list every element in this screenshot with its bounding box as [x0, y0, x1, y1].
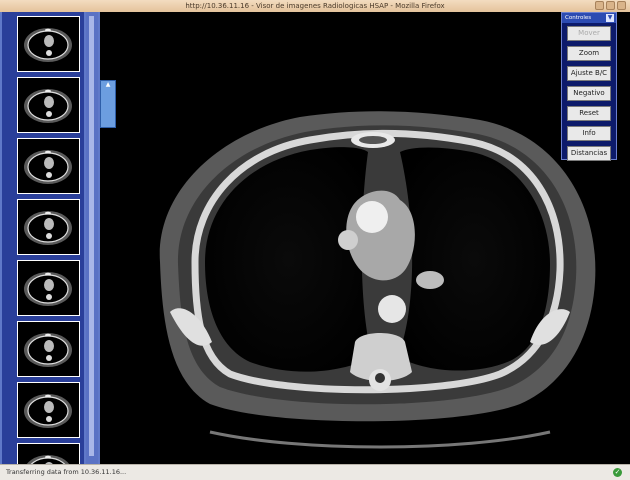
- thumbnail-slice[interactable]: [17, 260, 80, 316]
- controls-title: Controles: [565, 15, 592, 21]
- window-title: http://10.36.11.16 - Visor de imagenes R…: [185, 2, 445, 10]
- zoom-button[interactable]: Zoom: [567, 46, 611, 61]
- scroll-up-icon[interactable]: ▲: [103, 82, 113, 88]
- window-controls: [595, 1, 626, 10]
- chevron-down-icon[interactable]: ▼: [606, 14, 614, 22]
- thumbnail-strip: [0, 12, 100, 464]
- thumbnail-slice[interactable]: [17, 382, 80, 438]
- thumbnail-slice[interactable]: [17, 77, 80, 133]
- negative-button[interactable]: Negativo: [567, 86, 611, 101]
- viewer-scrollbar-thumb[interactable]: ▲: [100, 80, 116, 128]
- thumbnail-slice[interactable]: [17, 138, 80, 194]
- thumbnail-scrollbar-track[interactable]: [89, 16, 94, 456]
- thumbnail-slice[interactable]: [17, 199, 80, 255]
- thumbnail-list: [2, 12, 84, 464]
- image-viewer[interactable]: [100, 12, 630, 464]
- thumbnail-slice[interactable]: [17, 16, 80, 72]
- reset-button[interactable]: Reset: [567, 106, 611, 121]
- minimize-icon[interactable]: [595, 1, 604, 10]
- check-icon: ✓: [613, 468, 622, 477]
- close-icon[interactable]: [617, 1, 626, 10]
- controls-header: Controles ▼: [562, 13, 616, 23]
- status-text: Transferring data from 10.36.11.16...: [6, 468, 127, 476]
- brightness-contrast-button[interactable]: Ajuste B/C: [567, 66, 611, 81]
- thumbnail-scrollbar[interactable]: [86, 12, 98, 464]
- thumbnail-slice[interactable]: [17, 321, 80, 377]
- maximize-icon[interactable]: [606, 1, 615, 10]
- move-button[interactable]: Mover: [567, 26, 611, 41]
- thumbnail-slice[interactable]: [17, 443, 80, 464]
- ct-scan-image[interactable]: [100, 12, 630, 464]
- controls-panel: Controles ▼ Mover Zoom Ajuste B/C Negati…: [561, 12, 617, 161]
- info-button[interactable]: Info: [567, 126, 611, 141]
- status-bar: Transferring data from 10.36.11.16... ✓: [0, 464, 630, 480]
- distances-button[interactable]: Distancias: [567, 146, 611, 161]
